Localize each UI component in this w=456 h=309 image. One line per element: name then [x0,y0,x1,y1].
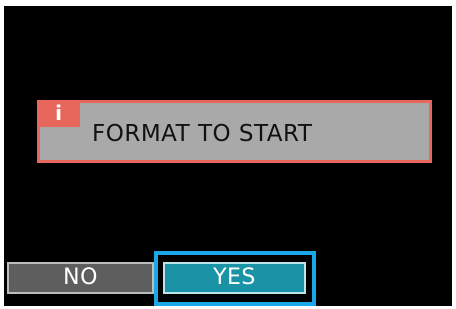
dialog-message: FORMAT TO START [92,121,313,147]
info-icon: i [37,100,80,127]
yes-button[interactable]: YES [163,262,306,294]
no-button[interactable]: NO [7,262,154,294]
format-dialog: i FORMAT TO START [37,100,432,163]
